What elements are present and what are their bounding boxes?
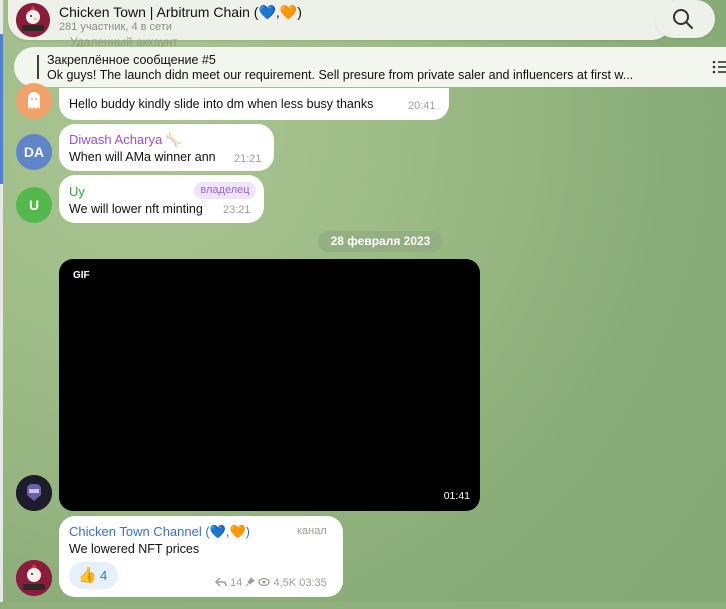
- channel-role-label: канал: [297, 525, 327, 537]
- chat-avatar[interactable]: [16, 3, 50, 37]
- pinned-title: Закреплённое сообщение #5: [47, 53, 216, 67]
- message-meta: 14 4,5K 03:35: [215, 577, 327, 589]
- avatar-deleted-account[interactable]: [16, 83, 52, 119]
- message-bubble[interactable]: Hello buddy kindly slide into dm when le…: [59, 88, 449, 120]
- bone-emoji: 🦴: [165, 132, 183, 147]
- left-panel-accent: [0, 34, 3, 184]
- view-count: 4,5K: [273, 577, 297, 589]
- search-button[interactable]: [655, 0, 715, 38]
- gif-label: GIF: [73, 270, 90, 281]
- message-time: 23:21: [223, 204, 251, 216]
- chat-title: Chicken Town | Arbitrum Chain (💙,🧡): [59, 4, 302, 20]
- message-time: 21:21: [234, 153, 262, 165]
- gif-message[interactable]: GIF 01:41: [59, 259, 480, 511]
- avatar-channel[interactable]: [16, 560, 52, 596]
- date-separator: 28 февраля 2023: [318, 231, 443, 252]
- chat-header[interactable]: Chicken Town | Arbitrum Chain (💙,🧡) 281 …: [8, 0, 672, 40]
- search-icon: [673, 9, 693, 29]
- sender-name[interactable]: Uy: [69, 184, 85, 199]
- reply-icon: [215, 577, 227, 587]
- chicken-logo-icon: [16, 560, 52, 596]
- left-panel-edge: [0, 0, 3, 602]
- message-time: 03:35: [299, 577, 327, 589]
- reaction-count: 4: [100, 568, 108, 583]
- thumbs-up-icon: 👍: [78, 567, 97, 584]
- sender-name-text: Diwash Acharya: [69, 132, 163, 147]
- avatar-diwash[interactable]: DA: [16, 134, 52, 170]
- pinned-message-bar[interactable]: Закреплённое сообщение #5 Ok guys! The l…: [14, 47, 726, 87]
- pin-icon: [246, 577, 256, 587]
- message-time: 20:41: [408, 100, 436, 112]
- avatar-uy[interactable]: U: [16, 187, 52, 223]
- pinned-indicator: [37, 55, 39, 79]
- pinned-list-icon[interactable]: [712, 59, 726, 75]
- views-icon: [258, 577, 271, 587]
- gif-duration: 01:41: [443, 490, 470, 502]
- ghost-icon: [28, 92, 40, 109]
- message-text: When will AMa winner ann: [69, 150, 216, 164]
- message-text: We lowered NFT prices: [69, 542, 200, 556]
- chat-member-count: 281 участник, 4 в сети: [59, 21, 172, 33]
- robot-avatar-icon: [16, 475, 52, 511]
- avatar-gif-sender[interactable]: [16, 475, 52, 511]
- owner-badge: владелец: [194, 182, 256, 199]
- reaction-thumbs-up[interactable]: 👍 4: [69, 562, 118, 589]
- channel-name[interactable]: Chicken Town Channel (💙,🧡): [69, 524, 250, 540]
- message-text: Hello buddy kindly slide into dm when le…: [69, 97, 374, 111]
- message-text: We will lower nft minting: [69, 202, 203, 216]
- message-bubble[interactable]: Diwash Acharya 🦴 When will AMa winner an…: [59, 124, 274, 171]
- reply-count: 14: [230, 577, 243, 589]
- pinned-text: Ok guys! The launch didn meet our requir…: [47, 68, 634, 82]
- chicken-logo-icon: [16, 3, 50, 37]
- sender-name[interactable]: Diwash Acharya 🦴: [69, 132, 182, 148]
